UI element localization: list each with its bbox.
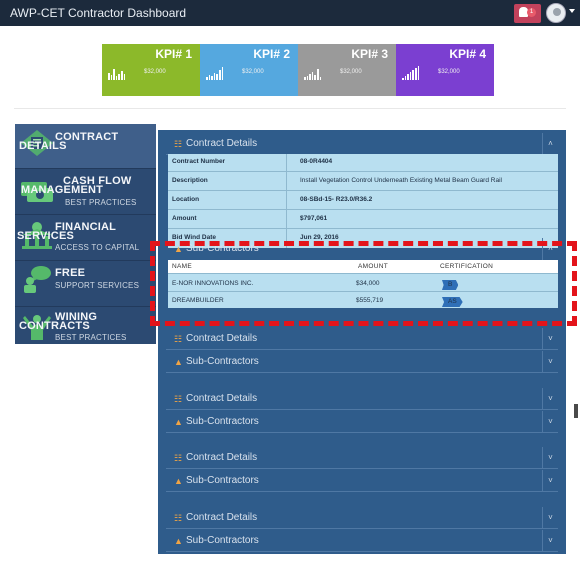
user-icon: ▲ (174, 417, 183, 427)
row-value: 08-SBd-15- R23.0/R36.2 (300, 196, 373, 203)
contract-details-header[interactable]: ☷ Contract Details ˅ (166, 388, 558, 410)
chevron-down-icon[interactable]: ˅ (542, 388, 558, 410)
row-value: $797,061 (300, 215, 328, 222)
kpi-value: $32,000 (340, 69, 362, 75)
sub-contractors-header[interactable]: ▲ Sub-Contractors ˅ (166, 411, 558, 433)
sidebar-item-cash-flow[interactable]: CASH FLOW MANAGEMENT BEST PRACTICES (15, 170, 156, 215)
rss-icon: ☷ (174, 334, 183, 344)
table-row: Location 08-SBd-15- R23.0/R36.2 (168, 192, 558, 210)
contract-details-header[interactable]: ☷ Contract Details ˅ (166, 447, 558, 469)
sidebar-item-sub: ACCESS TO CAPITAL (55, 243, 140, 252)
notification-badge: 1 (527, 8, 536, 17)
top-bar: AWP-CET Contractor Dashboard 1 (0, 0, 580, 26)
sub-contractors-header[interactable]: ▲ Sub-Contractors ˅ (166, 351, 558, 373)
bar-chart-icon (108, 66, 126, 80)
sidebar-item-sub: BEST PRACTICES (55, 333, 127, 342)
kpi-tile-2[interactable]: KPI# 2 $32,000 (200, 44, 298, 96)
kpi-row: KPI# 1 $32,000 KPI# 2 $32,000 KPI# 3 $32… (102, 44, 494, 96)
user-icon: ▲ (174, 536, 183, 546)
sidebar: CONTRACT DETAILS CASH FLOW MANAGEMENT BE… (15, 124, 156, 344)
sidebar-item-contract-details[interactable]: CONTRACT DETAILS (15, 124, 156, 169)
chevron-down-icon[interactable]: ˅ (542, 530, 558, 552)
notification-button[interactable]: 1 (514, 4, 541, 23)
bar-chart-icon (304, 66, 322, 80)
contract-details-header[interactable]: ☷ Contract Details ˄ (166, 133, 558, 155)
sidebar-item-sub: SUPPORT SERVICES (55, 281, 140, 290)
highlight-box (150, 241, 577, 326)
table-row: Contract Number 08-0R4404 (168, 154, 558, 172)
contracts-panel: ☷ Contract Details ˄ Contract Number 08-… (158, 130, 566, 554)
panel-title: Sub-Contractors (186, 475, 259, 486)
table-row: Amount $797,061 (168, 211, 558, 229)
row-key: Location (172, 196, 200, 203)
panel-title: Sub-Contractors (186, 416, 259, 427)
panel-title: Contract Details (186, 452, 258, 463)
panel-title: Contract Details (186, 393, 258, 404)
kpi-tile-4[interactable]: KPI# 4 $32,000 (396, 44, 494, 96)
chevron-down-icon[interactable]: ˅ (542, 411, 558, 433)
kpi-tile-3[interactable]: KPI# 3 $32,000 (298, 44, 396, 96)
bar-chart-icon (206, 66, 224, 80)
panel-title: Contract Details (186, 138, 258, 149)
sidebar-item-title: CONTRACTS (19, 320, 90, 332)
contract-details-table: Contract Number 08-0R4404 Description In… (168, 154, 558, 248)
chevron-down-icon[interactable]: ˅ (542, 351, 558, 373)
rss-icon: ☷ (174, 139, 183, 149)
support-icon (24, 266, 51, 293)
sidebar-item-financial-services[interactable]: FINANCIAL SERVICES ACCESS TO CAPITAL (15, 216, 156, 261)
sidebar-item-title: SERVICES (17, 230, 75, 242)
kpi-label: KPI# 3 (351, 47, 388, 61)
sidebar-item-sub: BEST PRACTICES (65, 198, 137, 207)
panel-title: Contract Details (186, 333, 258, 344)
sub-contractors-header[interactable]: ▲ Sub-Contractors ˅ (166, 530, 558, 552)
row-key: Contract Number (172, 158, 226, 165)
scrollbar[interactable] (574, 404, 578, 418)
sub-contractors-header[interactable]: ▲ Sub-Contractors ˅ (166, 470, 558, 492)
row-key: Amount (172, 215, 197, 222)
user-icon: ▲ (174, 357, 183, 367)
sidebar-item-title: MANAGEMENT (21, 184, 104, 196)
rss-icon: ☷ (174, 513, 183, 523)
row-key: Description (172, 177, 208, 184)
kpi-value: $32,000 (144, 69, 166, 75)
user-icon: ▲ (174, 476, 183, 486)
sidebar-item-wining-contracts[interactable]: WINING CONTRACTS BEST PRACTICES (15, 308, 156, 353)
chevron-down-icon[interactable] (569, 9, 575, 13)
kpi-label: KPI# 1 (155, 47, 192, 61)
chevron-down-icon[interactable]: ˅ (542, 507, 558, 529)
kpi-label: KPI# 2 (253, 47, 290, 61)
table-row: Description Install Vegetation Control U… (168, 173, 558, 191)
app-title: AWP-CET Contractor Dashboard (10, 6, 187, 20)
sidebar-item-free-support[interactable]: FREE SUPPORT SERVICES (15, 262, 156, 307)
bell-icon: 1 (518, 7, 536, 21)
panel-title: Sub-Contractors (186, 356, 259, 367)
panel-title: Contract Details (186, 512, 258, 523)
rss-icon: ☷ (174, 453, 183, 463)
sidebar-item-title: FREE (55, 267, 86, 279)
kpi-value: $32,000 (242, 69, 264, 75)
contract-details-header[interactable]: ☷ Contract Details ˅ (166, 328, 558, 350)
rss-icon: ☷ (174, 394, 183, 404)
kpi-value: $32,000 (438, 69, 460, 75)
bar-chart-icon (402, 66, 420, 80)
row-value: Install Vegetation Control Underneath Ex… (300, 177, 502, 184)
sidebar-item-title: DETAILS (19, 140, 67, 152)
chevron-down-icon[interactable]: ˅ (542, 328, 558, 350)
row-value: 08-0R4404 (300, 158, 333, 165)
kpi-label: KPI# 4 (449, 47, 486, 61)
avatar[interactable] (546, 3, 566, 23)
chevron-down-icon[interactable]: ˅ (542, 470, 558, 492)
chevron-down-icon[interactable]: ˅ (542, 447, 558, 469)
contract-details-header[interactable]: ☷ Contract Details ˅ (166, 507, 558, 529)
divider (14, 108, 566, 109)
chevron-up-icon[interactable]: ˄ (542, 133, 558, 155)
kpi-tile-1[interactable]: KPI# 1 $32,000 (102, 44, 200, 96)
panel-title: Sub-Contractors (186, 535, 259, 546)
